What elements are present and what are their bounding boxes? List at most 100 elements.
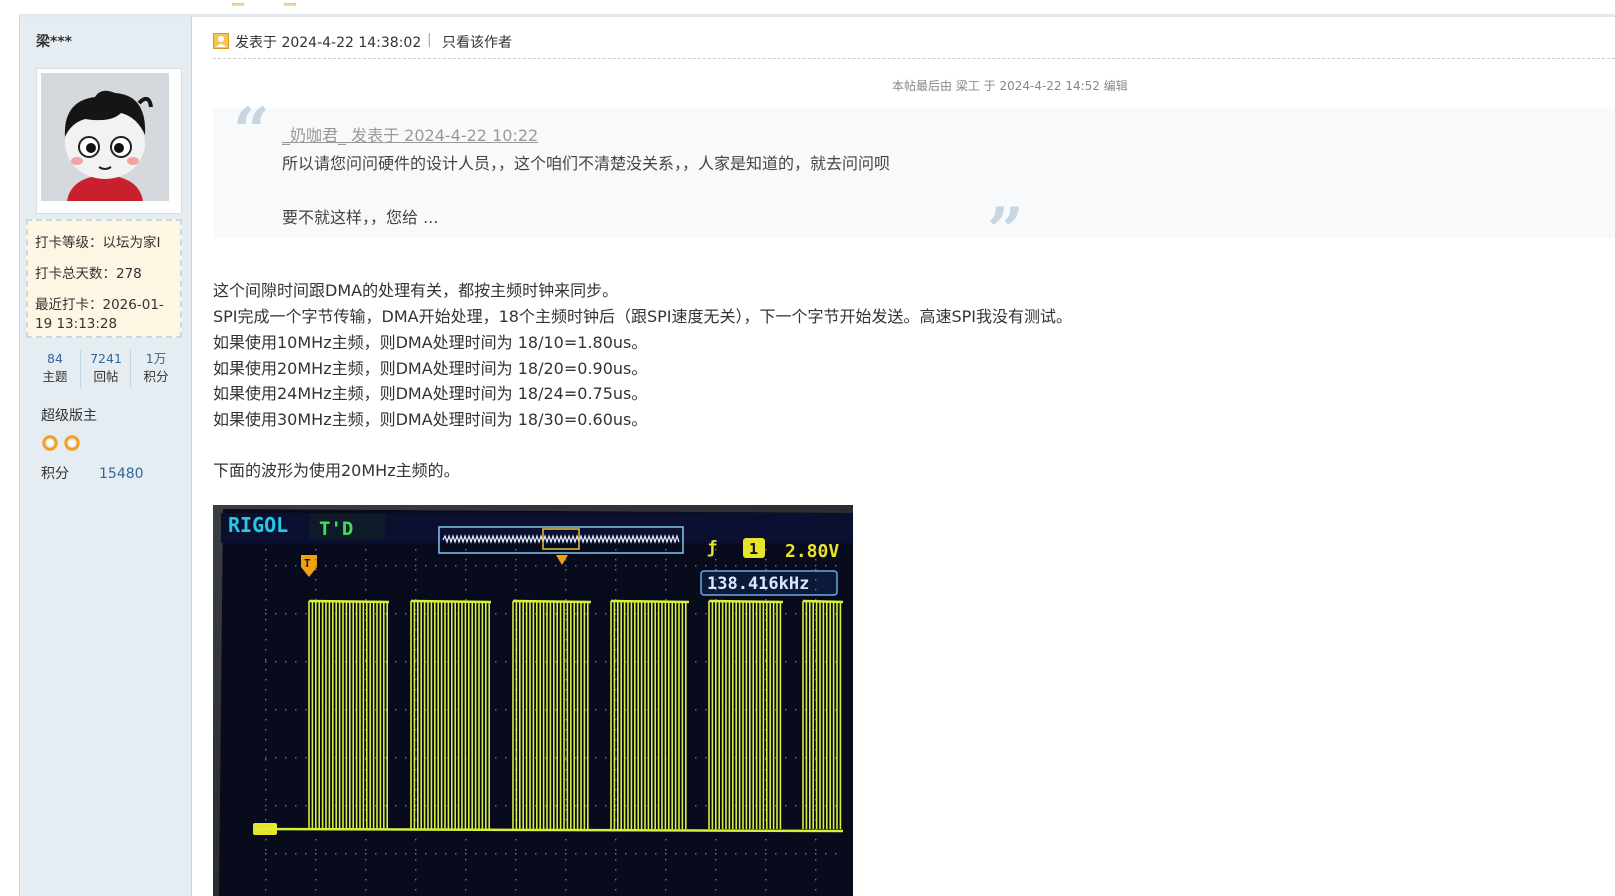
stat-threads[interactable]: 84 主题	[30, 350, 80, 388]
graticule-dot	[385, 853, 387, 855]
scope-ch1-badge-text: 1	[749, 540, 758, 558]
graticule-dot	[835, 757, 837, 759]
graticule-dot	[615, 799, 617, 801]
graticule-dot	[765, 879, 767, 881]
graticule-dot	[395, 853, 397, 855]
user-rank[interactable]: 超级版主	[41, 405, 97, 425]
graticule-dot	[745, 565, 747, 567]
graticule-dot	[765, 599, 767, 601]
graticule-dot	[265, 565, 267, 567]
graticule-dot	[565, 679, 567, 681]
graticule-dot	[575, 661, 577, 663]
graticule-dot	[805, 853, 807, 855]
graticule-dot	[795, 805, 797, 807]
oscilloscope-photo[interactable]: RIGOL T'D ƒ 1 2.80V 138.416kHz T	[213, 505, 853, 896]
graticule-dot	[315, 839, 317, 841]
graticule-dot	[265, 849, 267, 851]
graticule-dot	[835, 613, 837, 615]
graticule-dot	[565, 809, 567, 811]
graticule-dot	[285, 709, 287, 711]
graticule-dot	[385, 613, 387, 615]
graticule-dot	[395, 709, 397, 711]
graticule-dot	[415, 859, 417, 861]
graticule-dot	[565, 799, 567, 801]
post-body-line: SPI完成一个字节传输，DMA开始处理，18个主频时钟后（跟SPI速度无关），下…	[213, 307, 1073, 326]
graticule-dot	[265, 559, 267, 561]
graticule-dot	[605, 709, 607, 711]
graticule-dot	[815, 849, 817, 851]
graticule-dot	[565, 599, 567, 601]
post-body-line: 如果使用30MHz主频，则DMA处理时间为 18/30=0.60us。	[213, 410, 648, 429]
graticule-dot	[655, 853, 657, 855]
graticule-dot	[415, 757, 417, 759]
graticule-dot	[785, 853, 787, 855]
graticule-dot	[615, 709, 617, 711]
graticule-dot	[515, 565, 517, 567]
graticule-dot	[765, 579, 767, 581]
graticule-dot	[715, 559, 717, 561]
graticule-dot	[615, 669, 617, 671]
graticule-dot	[705, 661, 707, 663]
graticule-dot	[765, 839, 767, 841]
graticule-dot	[415, 839, 417, 841]
graticule-dot	[265, 819, 267, 821]
graticule-dot	[585, 757, 587, 759]
graticule-dot	[655, 565, 657, 567]
graticule-dot	[615, 879, 617, 881]
graticule-dot	[265, 649, 267, 651]
graticule-dot	[615, 661, 617, 663]
graticule-dot	[565, 719, 567, 721]
graticule-dot	[725, 565, 727, 567]
graticule-dot	[265, 699, 267, 701]
graticule-dot	[715, 565, 717, 567]
quote-source-link[interactable]: _奶咖君_ 发表于 2024-4-22 10:22	[282, 122, 538, 146]
graticule-dot	[745, 853, 747, 855]
graticule-dot	[605, 757, 607, 759]
graticule-dot	[415, 549, 417, 551]
author-name[interactable]: 梁***	[36, 31, 72, 51]
graticule-dot	[465, 849, 467, 851]
graticule-dot	[715, 549, 717, 551]
graticule-dot	[565, 805, 567, 807]
graticule-dot	[565, 709, 567, 711]
graticule-dot	[635, 565, 637, 567]
graticule-dot	[615, 729, 617, 731]
graticule-dot	[515, 853, 517, 855]
graticule-dot	[715, 879, 717, 881]
graticule-dot	[265, 719, 267, 721]
graticule-dot	[495, 709, 497, 711]
graticule-dot	[765, 565, 767, 567]
graticule-dot	[545, 613, 547, 615]
graticule-dot	[385, 661, 387, 663]
graticule-dot	[695, 613, 697, 615]
avatar[interactable]	[36, 68, 182, 214]
graticule-dot	[765, 859, 767, 861]
scope-frequency: 138.416kHz	[707, 574, 809, 594]
graticule-dot	[535, 853, 537, 855]
stat-replies[interactable]: 7241 回帖	[80, 350, 131, 388]
graticule-dot	[305, 613, 307, 615]
graticule-dot	[575, 613, 577, 615]
stat-threads-value: 84	[47, 351, 63, 366]
graticule-dot	[805, 565, 807, 567]
graticule-dot	[615, 579, 617, 581]
graticule-dot	[555, 661, 557, 663]
graticule-dot	[705, 757, 707, 759]
graticule-dot	[705, 853, 707, 855]
post-body-line: 这个间隙时间跟DMA的处理有关，都按主频时钟来同步。	[213, 281, 619, 300]
stat-points[interactable]: 1万 积分	[130, 350, 181, 388]
graticule-dot	[405, 757, 407, 759]
quote-line: 要不就这样，，您给 ...	[282, 208, 439, 227]
graticule-dot	[615, 859, 617, 861]
graticule-dot	[785, 757, 787, 759]
forum-post-page: 梁*** 打卡等级：以坛为家I 打卡总天数：278 最近打卡：2026-01-	[0, 0, 1615, 896]
graticule-dot	[785, 709, 787, 711]
graticule-dot	[675, 565, 677, 567]
graticule-dot	[615, 769, 617, 771]
graticule-dot	[415, 619, 417, 621]
graticule-dot	[315, 559, 317, 561]
stat-replies-label: 回帖	[93, 369, 119, 384]
view-author-only-link[interactable]: 只看该作者	[442, 32, 512, 52]
graticule-dot	[665, 599, 667, 601]
graticule-dot	[375, 757, 377, 759]
